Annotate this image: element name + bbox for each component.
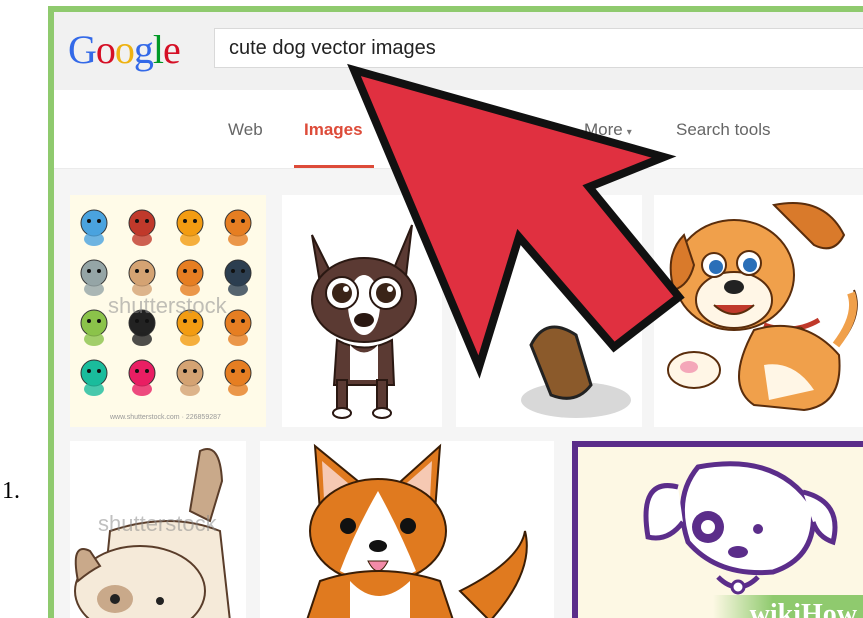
red-arrow-annotation	[347, 63, 685, 379]
step-number: 1.	[2, 478, 20, 504]
screenshot-frame: Google Web Images More▾ Search tools shu…	[48, 6, 863, 618]
